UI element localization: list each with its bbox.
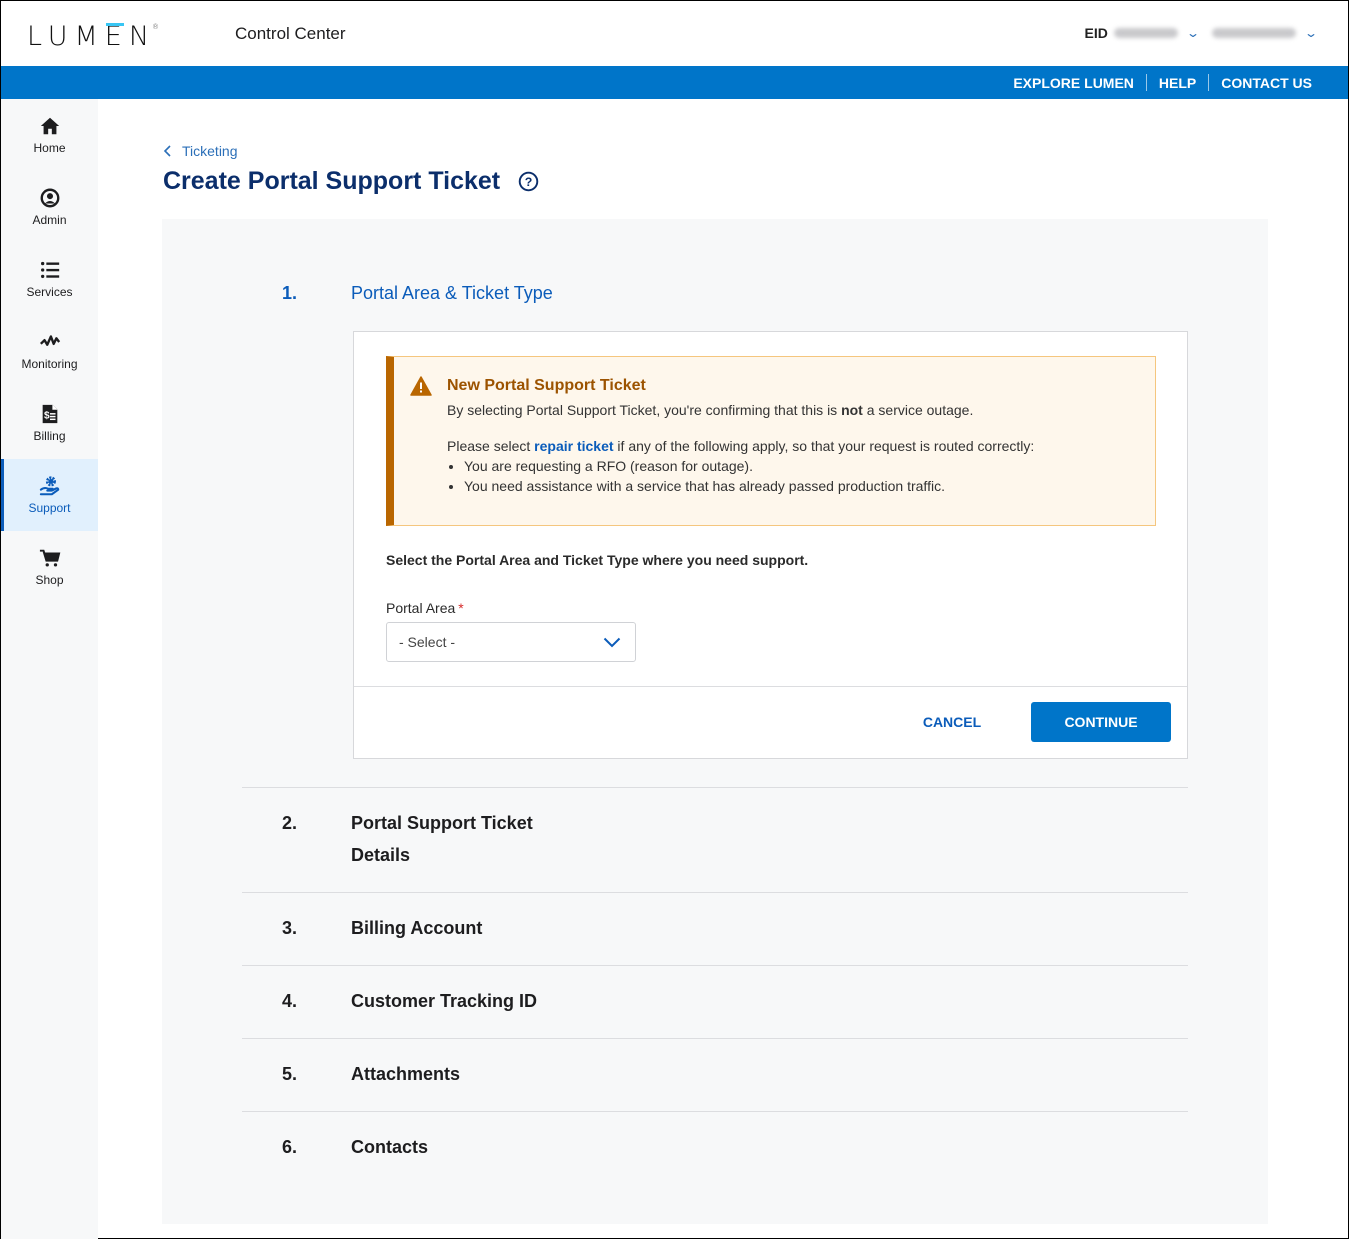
sidebar-item-shop[interactable]: Shop: [1, 531, 98, 603]
breadcrumb-ticketing-link[interactable]: Ticketing: [182, 143, 238, 159]
top-header: LUM E N ® Control Center EID ⌄ ⌄: [1, 1, 1348, 66]
eid-dropdown-chevron-icon[interactable]: ⌄: [1186, 26, 1200, 40]
sidebar-item-label: Billing: [33, 429, 66, 443]
user-menu-chevron-icon[interactable]: ⌄: [1304, 26, 1318, 40]
help-link[interactable]: HELP: [1147, 75, 1208, 91]
account-selectors: EID ⌄ ⌄: [1084, 25, 1318, 41]
step-6-row[interactable]: 6. Contacts: [242, 1111, 1188, 1184]
step-number: 4.: [282, 991, 298, 1011]
alert-title: New Portal Support Ticket: [447, 377, 646, 394]
step-number: 3.: [282, 918, 298, 938]
step-number: 5.: [282, 1064, 298, 1084]
select-instruction: Select the Portal Area and Ticket Type w…: [386, 552, 809, 568]
alert-body: By selecting Portal Support Ticket, you'…: [447, 400, 1034, 496]
sidebar-item-label: Admin: [32, 213, 67, 227]
page-title: Create Portal Support Ticket ?: [163, 167, 539, 196]
sidebar-item-services[interactable]: Services: [1, 243, 98, 315]
cart-icon: [39, 549, 60, 567]
step-number: 2.: [282, 813, 298, 833]
step-label: Customer Tracking ID: [351, 991, 538, 1011]
divider: [354, 686, 1187, 687]
sidebar: Home Admin Services Monitoring $ Billing…: [1, 99, 98, 1239]
user-circle-icon: [40, 188, 59, 208]
sidebar-item-label: Monitoring: [21, 357, 78, 371]
breadcrumb[interactable]: Ticketing: [163, 143, 238, 159]
required-marker: *: [458, 600, 464, 616]
eid-value-redacted: [1113, 28, 1178, 38]
step-1-card: New Portal Support Ticket By selecting P…: [353, 331, 1188, 759]
step-4-row[interactable]: 4. Customer Tracking ID: [242, 965, 1188, 1038]
sidebar-item-label: Services: [26, 285, 73, 299]
portal-area-value: - Select -: [399, 634, 456, 650]
lumen-logo[interactable]: LUM E N ®: [27, 21, 159, 52]
step-label: Portal Area & Ticket Type: [351, 283, 553, 303]
alert-bullets: You are requesting a RFO (reason for out…: [447, 456, 1034, 496]
sidebar-item-admin[interactable]: Admin: [1, 171, 98, 243]
list-icon: [40, 261, 59, 279]
invoice-icon: $: [42, 404, 57, 424]
portal-area-select[interactable]: - Select -: [386, 622, 636, 662]
sidebar-item-home[interactable]: Home: [1, 99, 98, 171]
home-icon: [40, 117, 59, 135]
sidebar-item-label: Support: [28, 501, 71, 515]
sidebar-item-support[interactable]: Support: [1, 459, 98, 531]
sidebar-item-monitoring[interactable]: Monitoring: [1, 315, 98, 387]
help-icon[interactable]: ?: [518, 171, 539, 192]
portal-area-label: Portal Area *: [386, 600, 464, 616]
step-5-row[interactable]: 5. Attachments: [242, 1038, 1188, 1111]
step-number: 1.: [282, 283, 298, 303]
contact-us-link[interactable]: CONTACT US: [1209, 75, 1324, 91]
step-3-row[interactable]: 3. Billing Account: [242, 892, 1188, 965]
step-1-header[interactable]: 1. Portal Area & Ticket Type: [282, 283, 553, 304]
user-name-redacted: [1211, 28, 1296, 38]
step-label: Contacts: [351, 1137, 429, 1157]
svg-text:$: $: [44, 411, 50, 422]
pulse-icon: [39, 335, 60, 346]
app-title: Control Center: [235, 24, 346, 43]
warning-alert: New Portal Support Ticket By selecting P…: [386, 356, 1156, 526]
sidebar-item-label: Shop: [35, 573, 64, 587]
step-label: Attachments: [351, 1064, 461, 1084]
ticket-wizard: 1. Portal Area & Ticket Type New Portal …: [162, 219, 1268, 1224]
alert-bullet: You are requesting a RFO (reason for out…: [464, 456, 1034, 476]
page-title-text: Create Portal Support Ticket: [163, 167, 501, 195]
sidebar-item-label: Home: [33, 141, 66, 155]
sidebar-item-billing[interactable]: $ Billing: [1, 387, 98, 459]
utility-nav: EXPLORE LUMEN HELP CONTACT US: [1, 66, 1348, 99]
continue-button[interactable]: CONTINUE: [1031, 702, 1171, 742]
repair-ticket-link[interactable]: repair ticket: [534, 438, 613, 454]
step-label: Billing Account: [351, 918, 483, 938]
chevron-left-icon: [163, 145, 171, 157]
svg-text:?: ?: [525, 175, 533, 189]
explore-lumen-link[interactable]: EXPLORE LUMEN: [1001, 75, 1146, 91]
alert-bullet: You need assistance with a service that …: [464, 476, 1034, 496]
step-number: 6.: [282, 1137, 298, 1157]
alert-line-2: Please select repair ticket if any of th…: [447, 438, 1035, 454]
step-label: Portal Support Ticket Details: [351, 813, 533, 865]
support-icon: [39, 476, 59, 496]
cancel-button[interactable]: CANCEL: [902, 702, 1002, 742]
eid-label: EID: [1084, 25, 1108, 41]
chevron-down-icon: [603, 637, 621, 647]
step-2-row[interactable]: 2. Portal Support Ticket Details: [242, 787, 1188, 892]
alert-line-1: By selecting Portal Support Ticket, you'…: [447, 402, 974, 418]
warning-icon: [410, 376, 432, 396]
